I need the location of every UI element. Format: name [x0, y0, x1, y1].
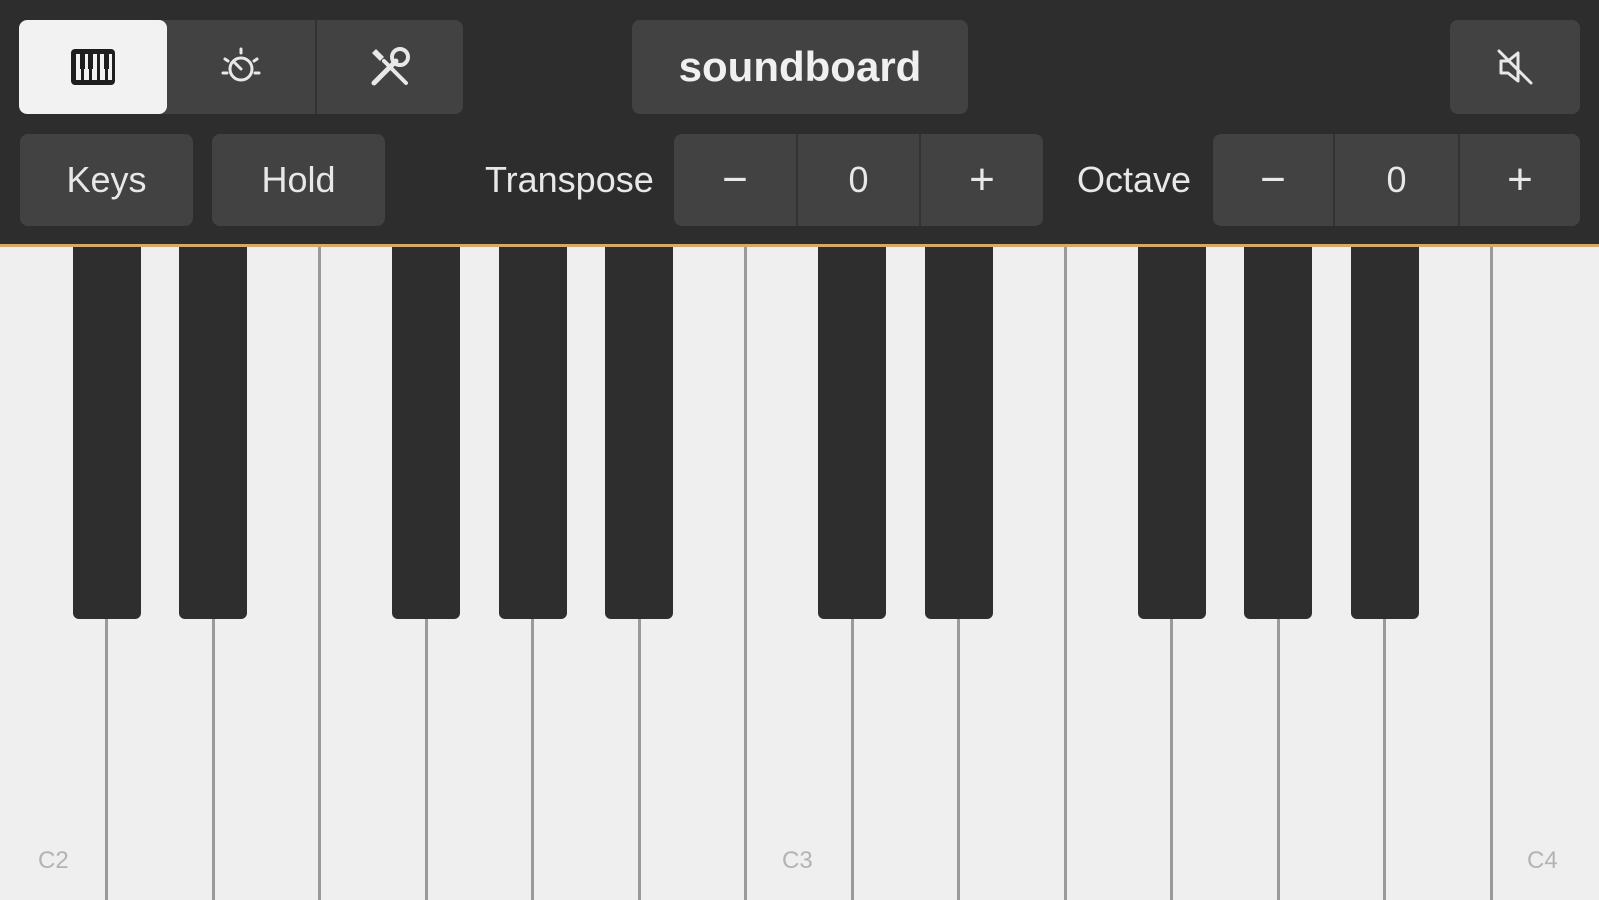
black-key[interactable] [1137, 247, 1206, 619]
transpose-increment-button[interactable]: + [921, 134, 1043, 226]
black-key[interactable] [179, 247, 247, 619]
transpose-decrement-button[interactable]: − [674, 134, 796, 226]
note-label-c3: C3 [782, 847, 813, 874]
transpose-value-text: 0 [848, 159, 869, 200]
page-title: soundboard [678, 43, 922, 90]
octave-value-text: 0 [1386, 159, 1407, 200]
keys-button[interactable]: Keys [20, 134, 193, 226]
keys-button-label: Keys [66, 159, 147, 200]
transpose-label: Transpose [485, 159, 654, 200]
note-label-c4: C4 [1527, 847, 1558, 874]
note-label-c2: C2 [38, 847, 69, 874]
toolbar: soundboard Keys Hold Transpose − 0 + Oct… [0, 0, 1599, 246]
hold-button-label: Hold [261, 159, 336, 200]
soundboard-title-button[interactable]: soundboard [632, 20, 968, 114]
minus-icon: − [1260, 155, 1286, 204]
octave-stepper: − 0 + [1213, 134, 1580, 226]
black-key[interactable] [1350, 247, 1419, 619]
white-key[interactable] [1491, 247, 1598, 900]
black-key[interactable] [818, 247, 886, 619]
mode-segmented-control [19, 20, 463, 114]
tab-keyboard[interactable] [19, 20, 167, 114]
black-key[interactable] [605, 247, 673, 619]
black-key[interactable] [392, 247, 460, 619]
dial-icon [217, 43, 265, 91]
octave-decrement-button[interactable]: − [1213, 134, 1333, 226]
black-key[interactable] [1244, 247, 1312, 619]
plus-icon: + [969, 155, 995, 204]
piano-keyboard[interactable]: C2 C3 C4 [0, 247, 1599, 900]
key-divider [1489, 247, 1493, 900]
transpose-value: 0 [798, 134, 919, 226]
transpose-stepper: − 0 + [674, 134, 1043, 226]
hold-button[interactable]: Hold [212, 134, 385, 226]
piano-keys-icon [69, 47, 117, 87]
octave-increment-button[interactable]: + [1460, 134, 1580, 226]
wrench-screwdriver-icon [366, 43, 414, 91]
octave-value: 0 [1335, 134, 1458, 226]
key-divider [1063, 247, 1067, 900]
key-divider [744, 247, 747, 900]
tab-effects[interactable] [167, 20, 315, 114]
speaker-muted-icon [1493, 45, 1537, 89]
plus-icon: + [1507, 155, 1533, 204]
black-key[interactable] [498, 247, 567, 619]
octave-label: Octave [1077, 159, 1192, 200]
mute-button[interactable] [1450, 20, 1580, 114]
key-divider [318, 247, 321, 900]
tab-tools[interactable] [317, 20, 463, 114]
black-key[interactable] [924, 247, 993, 619]
black-key[interactable] [72, 247, 141, 619]
minus-icon: − [722, 155, 748, 204]
